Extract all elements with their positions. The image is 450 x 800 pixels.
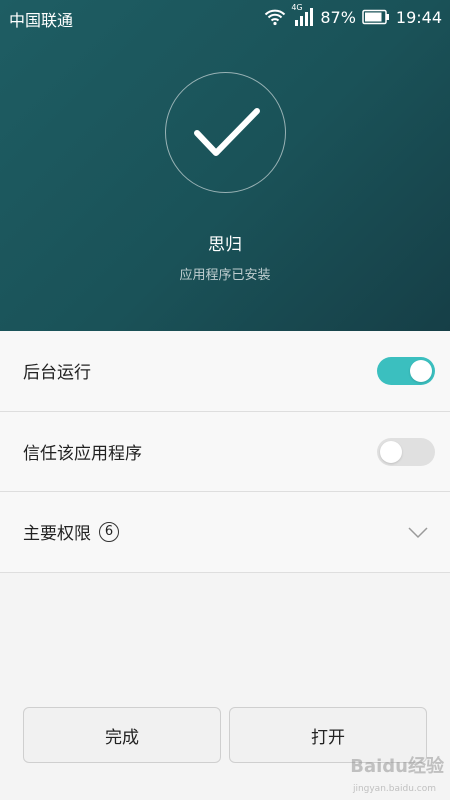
status-bar: 中国联通 4G 87% 19:44: [0, 0, 450, 34]
baidu-watermark: Baidu经验: [350, 752, 444, 778]
background-run-row: 后台运行: [0, 331, 450, 412]
checkmark-icon: [165, 72, 286, 193]
trust-app-row: 信任该应用程序: [0, 412, 450, 492]
install-status: 应用程序已安装: [179, 268, 271, 283]
background-run-label: 后台运行: [23, 363, 91, 384]
chevron-down-icon[interactable]: [408, 524, 428, 543]
cell-signal-icon: 4G: [291, 3, 314, 27]
watermark-text: Baidu经验: [350, 756, 444, 777]
trust-app-toggle[interactable]: [377, 437, 435, 466]
toggle-knob: [380, 440, 402, 463]
permissions-count-badge: 6: [99, 521, 119, 542]
done-button[interactable]: 完成: [23, 707, 221, 763]
trust-app-label: 信任该应用程序: [23, 443, 142, 464]
status-icons: 4G 87% 19:44: [264, 3, 442, 28]
carrier-name: 中国联通: [9, 11, 74, 30]
battery-percent: 87%: [320, 7, 356, 27]
watermark-url: jingyan.baidu.com: [352, 784, 436, 794]
install-header: 中国联通 4G 87% 19:44 思归 应用程序已安装: [0, 0, 450, 331]
main-permissions-row[interactable]: 主要权限 6: [0, 492, 450, 573]
settings-list: 后台运行 信任该应用程序 主要权限 6: [0, 331, 450, 573]
toggle-knob: [410, 360, 432, 382]
app-name: 思归: [208, 235, 242, 255]
background-run-toggle[interactable]: [377, 357, 435, 385]
wifi-icon: [264, 8, 286, 26]
clock: 19:44: [395, 7, 442, 27]
main-permissions-label: 主要权限: [23, 524, 91, 545]
battery-icon: [362, 9, 390, 25]
